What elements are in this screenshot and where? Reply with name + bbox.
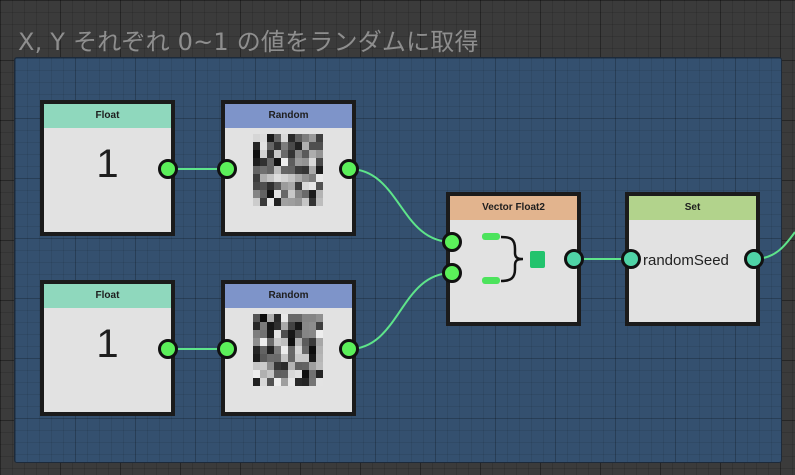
- wire-random2-vector-y: [348, 272, 453, 350]
- random2-input-port[interactable]: [217, 339, 237, 359]
- vector-combine-icon: [482, 233, 545, 284]
- random-node-1[interactable]: Random: [221, 100, 356, 236]
- random-node-2[interactable]: Random: [221, 280, 356, 416]
- random1-output-port[interactable]: [339, 159, 359, 179]
- random-node-header: Random: [225, 104, 352, 128]
- float-node-1[interactable]: Float 1: [40, 100, 175, 236]
- random-node-header: Random: [225, 284, 352, 308]
- set-node-header: Set: [629, 196, 756, 220]
- vector-float2-node[interactable]: Vector Float2: [446, 192, 581, 326]
- float1-output-port[interactable]: [158, 159, 178, 179]
- vector-y-input-port[interactable]: [442, 263, 462, 283]
- wire-random1-vector-x: [348, 168, 453, 243]
- random-noise-preview: [253, 134, 323, 206]
- float-node-header: Float: [44, 284, 171, 308]
- float-value[interactable]: 1: [44, 142, 171, 187]
- set-node[interactable]: Set randomSeed: [625, 192, 760, 326]
- vector-node-header: Vector Float2: [450, 196, 577, 220]
- vector-x-input-port[interactable]: [442, 232, 462, 252]
- float2-output-port[interactable]: [158, 339, 178, 359]
- random1-input-port[interactable]: [217, 159, 237, 179]
- float-node-header: Float: [44, 104, 171, 128]
- vector-output-port[interactable]: [564, 249, 584, 269]
- set-input-port[interactable]: [621, 249, 641, 269]
- float-value[interactable]: 1: [44, 322, 171, 367]
- random-noise-preview: [253, 314, 323, 386]
- float-node-2[interactable]: Float 1: [40, 280, 175, 416]
- set-variable-name[interactable]: randomSeed: [643, 252, 729, 269]
- set-output-port[interactable]: [744, 249, 764, 269]
- random2-output-port[interactable]: [339, 339, 359, 359]
